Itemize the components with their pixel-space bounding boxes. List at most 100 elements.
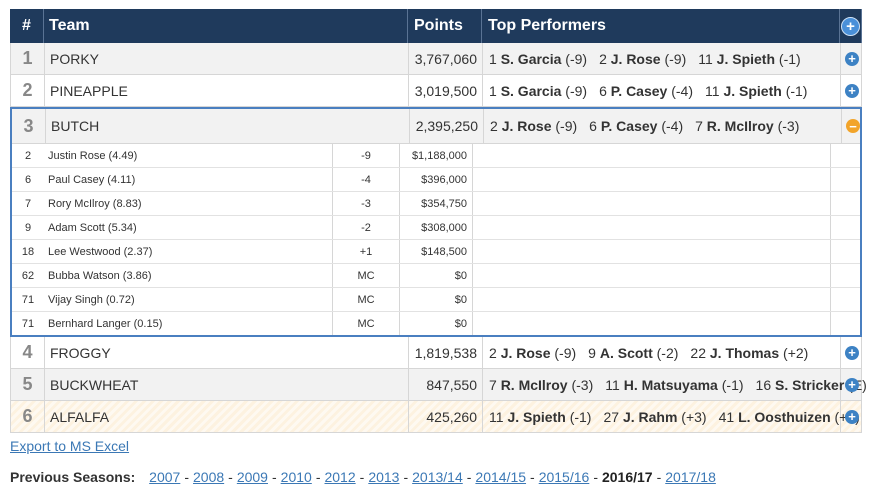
player-earnings: $1,188,000 [399,144,473,167]
expand-all-button[interactable]: + [840,9,862,43]
season-link[interactable]: 2012 [324,469,355,485]
player-row-spacer [473,240,831,263]
top-performer: 2 J. Rose (-9) [490,118,577,134]
performer-position: 2 [490,118,498,134]
player-position: 7 [24,197,32,210]
top-performer: 1 S. Garcia (-9) [489,51,587,67]
team-rank: 2 [11,75,45,106]
season-link[interactable]: 2013/14 [412,469,463,485]
season-link[interactable]: 2008 [193,469,224,485]
player-row-spacer [473,168,831,191]
performer-score: (+2) [783,344,809,361]
player-name[interactable]: Bernhard Langer (0.15) [48,312,333,335]
performer-score: (-9) [565,82,588,99]
player-name[interactable]: Justin Rose (4.49) [48,144,333,167]
export-excel-link[interactable]: Export to MS Excel [10,438,129,454]
performer-position: 6 [589,118,597,134]
performer-name: J. Rose [500,344,551,361]
collapse-button[interactable]: − [842,109,864,143]
team-row[interactable]: 6 ALFALFA 425,260 11 J. Spieth (-1) 27 J. Ra… [10,401,862,433]
team-top-performers: 7 R. McIlroy (-3) 11 H. Matsuyama (-1) 16 … [483,369,867,400]
performer-score: (-9) [555,118,578,134]
plus-circle-icon: + [845,377,859,392]
performer-position: 6 [599,82,607,99]
season-separator: - [656,469,662,485]
player-name[interactable]: Rory McIlroy (8.83) [48,192,333,215]
season-link[interactable]: 2009 [237,469,268,485]
performer-name: J. Spieth [716,50,776,67]
season-separator: - [359,469,365,485]
season-link[interactable]: 2007 [149,469,180,485]
season-separator: - [466,469,472,485]
player-score: -2 [333,216,400,239]
table-header: # Team Points Top Performers + [10,9,862,43]
expand-button[interactable]: + [841,337,863,368]
season-link[interactable]: 2013 [368,469,399,485]
table-body: 1 PORKY 3,767,060 1 S. Garcia (-9) 2 J. Rose… [10,43,867,433]
team-name[interactable]: PINEAPPLE [45,75,409,106]
top-performer: 11 J. Spieth (-1) [698,51,800,67]
team-points: 3,019,500 [409,75,483,106]
minus-circle-icon: − [846,119,860,133]
performer-position: 11 [605,376,620,393]
performer-name: L. Oosthuizen [738,408,831,425]
performer-score: (-1) [721,376,744,393]
team-name[interactable]: BUCKWHEAT [45,369,409,400]
team-row[interactable]: 2 PINEAPPLE 3,019,500 1 S. Garcia (-9) 6 P. … [10,75,862,107]
season-separator: - [315,469,321,485]
header-points[interactable]: Points [408,9,482,43]
top-performer: 7 R. McIlroy (-3) [489,377,593,393]
player-row-spacer [473,216,831,239]
team-row[interactable]: 5 BUCKWHEAT 847,550 7 R. McIlroy (-3) 11 H. … [10,369,867,401]
player-row: 18 Lee Westwood (2.37) +1 $148,500 [12,240,860,264]
performer-position: 1 [489,82,497,99]
team-name[interactable]: PORKY [45,43,409,74]
season-link[interactable]: 2014/15 [475,469,526,485]
team-rank-number: 3 [23,115,34,136]
header-team[interactable]: Team [44,9,408,43]
team-name[interactable]: FROGGY [45,337,409,368]
player-name[interactable]: Paul Casey (4.11) [48,168,333,191]
performer-score: (-4) [671,82,693,99]
performer-score: (-9) [664,50,687,67]
expand-button[interactable]: + [841,369,863,400]
team-name[interactable]: BUTCH [46,109,410,143]
team-row[interactable]: 4 FROGGY 1,819,538 2 J. Rose (-9) 9 A. Scott… [10,337,862,369]
team-row[interactable]: 1 PORKY 3,767,060 1 S. Garcia (-9) 2 J. Rose… [10,43,862,75]
player-name[interactable]: Adam Scott (5.34) [48,216,333,239]
player-position: 9 [24,221,32,234]
player-row-spacer [473,144,831,167]
team-name[interactable]: ALFALFA [45,401,409,432]
performer-name: S. Stricker [775,376,845,393]
performer-position: 11 [705,82,720,99]
expand-button[interactable]: + [841,43,863,74]
season-separator: - [593,469,598,485]
previous-seasons-label: Previous Seasons: [10,469,136,485]
player-row: 9 Adam Scott (5.34) -2 $308,000 [12,216,860,240]
season-separator: - [530,469,535,485]
performer-score: (-1) [785,82,808,99]
player-name[interactable]: Vijay Singh (0.72) [48,288,333,311]
top-performer: 22 J. Thomas (+2) [690,345,808,361]
performer-score: (-2) [656,344,679,361]
team-top-performers: 1 S. Garcia (-9) 6 P. Casey (-4) 11 J. Spi… [483,75,841,106]
season-link[interactable]: 2017/18 [665,469,716,485]
performer-name: P. Casey [610,82,668,99]
expand-button[interactable]: + [841,401,863,432]
season-link[interactable]: 2015/16 [539,469,590,485]
player-position: 71 [21,317,35,330]
player-name[interactable]: Bubba Watson (3.86) [48,264,333,287]
performer-score: (+3) [681,408,707,425]
performer-score: (-1) [569,408,592,425]
team-row[interactable]: 3 BUTCH 2,395,250 2 J. Rose (-9) 6 P. Casey … [12,109,860,144]
player-name[interactable]: Lee Westwood (2.37) [48,240,333,263]
performer-position: 7 [695,118,703,134]
performer-name: J. Spieth [723,82,782,99]
performer-name: S. Garcia [500,82,562,99]
expand-button[interactable]: + [841,75,863,106]
season-links: 2007-2008-2009-2010-2012-2013-2013/14-20… [149,469,716,485]
player-position: 6 [24,173,32,186]
performer-name: J. Rose [501,118,552,134]
season-link[interactable]: 2010 [281,469,312,485]
top-performer: 27 J. Rahm (+3) [603,409,706,425]
